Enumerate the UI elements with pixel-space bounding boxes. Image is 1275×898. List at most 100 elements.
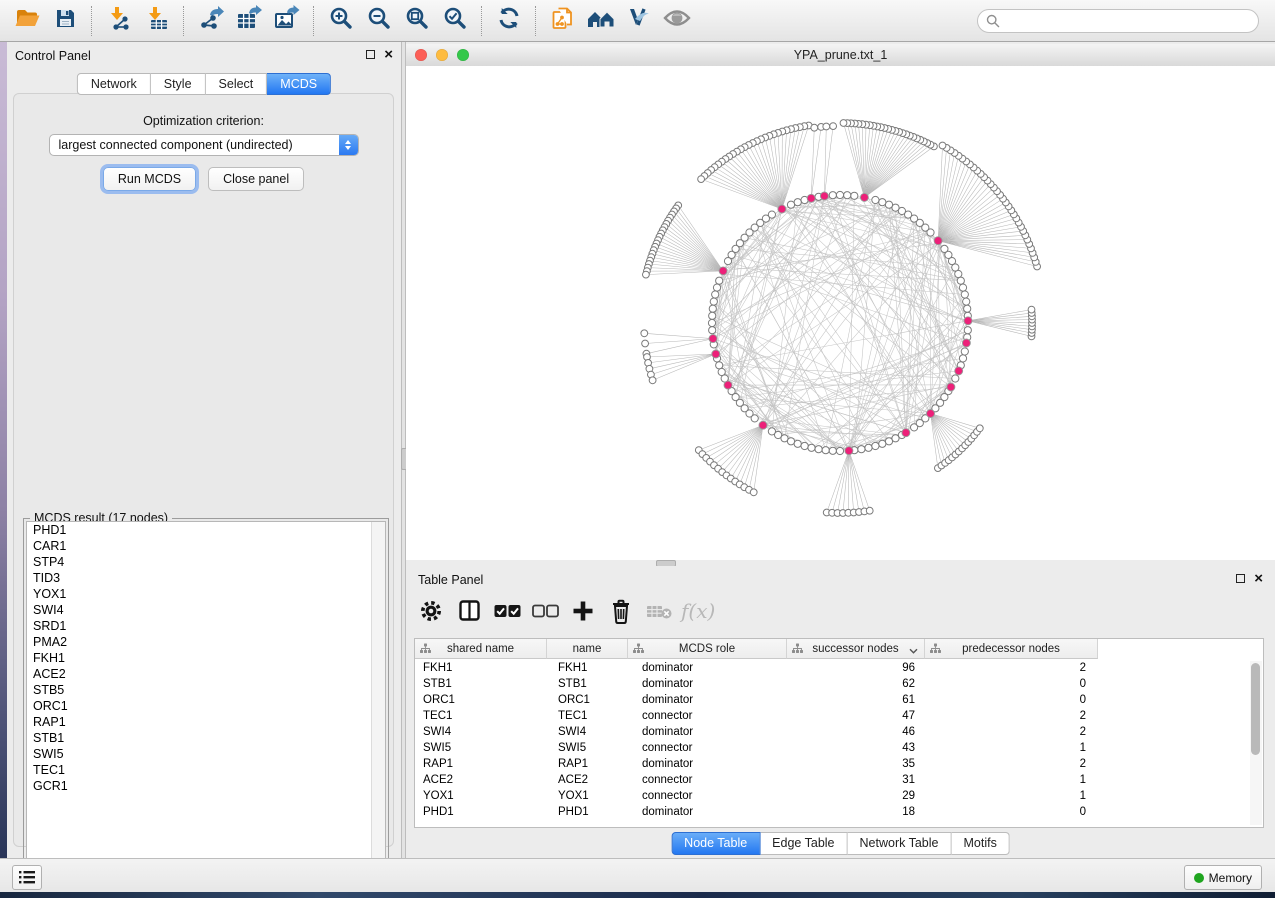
cell-shared-name[interactable]: PHD1 [415,806,547,818]
close-panel-button[interactable]: Close panel [208,167,304,191]
mcds-result-item[interactable]: GCR1 [27,778,385,794]
cell-name[interactable]: SWI5 [547,742,628,754]
import-network-button[interactable] [100,3,138,39]
graph-node[interactable] [751,415,758,422]
table-row[interactable]: SWI5SWI5connector431 [415,740,1249,756]
graph-node[interactable] [844,192,851,199]
column-header-name[interactable]: name [547,639,628,659]
zoom-fit-button[interactable] [398,3,436,39]
settings-gear-button[interactable] [414,596,448,630]
graph-node[interactable] [643,271,650,278]
cell-successor-nodes[interactable]: 43 [787,742,925,754]
import-table-button[interactable] [138,3,176,39]
graph-node[interactable] [947,383,955,391]
tab-select[interactable]: Select [206,73,268,95]
graph-node[interactable] [840,120,847,127]
graph-node[interactable] [778,205,786,213]
graph-node[interactable] [941,245,948,252]
graph-node[interactable] [845,447,853,455]
mcds-result-item[interactable]: PMA2 [27,634,385,650]
show-hide-button[interactable] [658,3,696,39]
cell-MCDS-role[interactable]: dominator [628,694,787,706]
mcds-result-item[interactable]: STB1 [27,730,385,746]
graph-node[interactable] [822,447,829,454]
mcds-result-item[interactable]: ORC1 [27,698,385,714]
cell-successor-nodes[interactable]: 18 [787,806,925,818]
table-row[interactable]: STB1STB1dominator620 [415,676,1249,692]
refresh-network-button[interactable] [490,3,528,39]
graph-node[interactable] [872,196,879,203]
vizmapper-button[interactable] [620,3,658,39]
graph-node[interactable] [709,327,716,334]
search-input[interactable] [1000,13,1244,29]
graph-node[interactable] [716,362,723,369]
cell-shared-name[interactable]: FKH1 [415,662,547,674]
optimization-criterion-select[interactable]: largest connected component (undirected) [49,134,359,156]
graph-node[interactable] [724,258,731,265]
graph-node[interactable] [879,440,886,447]
graph-node[interactable] [823,123,830,130]
cell-MCDS-role[interactable]: dominator [628,726,787,738]
close-panel-icon[interactable]: × [384,49,393,60]
mcds-result-item[interactable]: YOX1 [27,586,385,602]
graph-node[interactable] [962,339,970,347]
graph-node[interactable] [865,444,872,451]
graph-node[interactable] [794,440,801,447]
cell-successor-nodes[interactable]: 96 [787,662,925,674]
table-row[interactable]: FKH1FKH1dominator962 [415,660,1249,676]
graph-node[interactable] [811,124,818,131]
graph-node[interactable] [959,355,966,362]
graph-node[interactable] [964,305,971,312]
graph-node[interactable] [815,446,822,453]
cell-shared-name[interactable]: TEC1 [415,710,547,722]
table-row[interactable]: PHD1PHD1dominator180 [415,804,1249,820]
cell-MCDS-role[interactable]: connector [628,742,787,754]
graph-node[interactable] [719,267,727,275]
table-scrollbar-thumb[interactable] [1251,663,1260,755]
graph-node[interactable] [1028,306,1035,313]
graph-node[interactable] [709,312,716,319]
cell-name[interactable]: RAP1 [547,758,628,770]
table-row[interactable]: SWI4SWI4dominator462 [415,724,1249,740]
mcds-result-item[interactable]: ACE2 [27,666,385,682]
cell-shared-name[interactable]: ACE2 [415,774,547,786]
deselect-all-button[interactable] [528,596,562,630]
save-session-button[interactable] [46,3,84,39]
mcds-result-item[interactable]: STB5 [27,682,385,698]
cell-predecessor-nodes[interactable]: 1 [925,774,1098,786]
cell-name[interactable]: ORC1 [547,694,628,706]
cell-shared-name[interactable]: STB1 [415,678,547,690]
cell-successor-nodes[interactable]: 62 [787,678,925,690]
zoom-selected-button[interactable] [436,3,474,39]
graph-node[interactable] [851,192,858,199]
cell-name[interactable]: TEC1 [547,710,628,722]
network-file-button[interactable] [544,3,582,39]
graph-node[interactable] [807,194,815,202]
tab-node-table[interactable]: Node Table [671,832,760,855]
mcds-result-item[interactable]: SWI4 [27,602,385,618]
graph-node[interactable] [952,375,959,382]
graph-node[interactable] [787,438,794,445]
zoom-out-button[interactable] [360,3,398,39]
graph-node[interactable] [642,340,649,347]
mcds-result-item[interactable]: TID3 [27,570,385,586]
zoom-in-button[interactable] [322,3,360,39]
graph-node[interactable] [934,237,942,245]
cell-predecessor-nodes[interactable]: 1 [925,790,1098,802]
task-history-button[interactable] [12,865,42,890]
graph-node[interactable] [708,319,715,326]
graph-node[interactable] [713,284,720,291]
table-row[interactable]: ORC1ORC1dominator610 [415,692,1249,708]
graph-node[interactable] [801,442,808,449]
graph-node[interactable] [964,317,972,325]
graph-node[interactable] [649,377,656,384]
mcds-result-list[interactable]: PHD1CAR1STP4TID3YOX1SWI4SRD1PMA2FKH1ACE2… [26,521,386,885]
graph-node[interactable] [829,192,836,199]
select-all-button[interactable] [490,596,524,630]
table-row[interactable]: RAP1RAP1dominator352 [415,756,1249,772]
cell-predecessor-nodes[interactable]: 2 [925,662,1098,674]
cell-shared-name[interactable]: SWI4 [415,726,547,738]
mcds-result-item[interactable]: TEC1 [27,762,385,778]
graph-node[interactable] [860,193,868,201]
graph-node[interactable] [964,327,971,334]
